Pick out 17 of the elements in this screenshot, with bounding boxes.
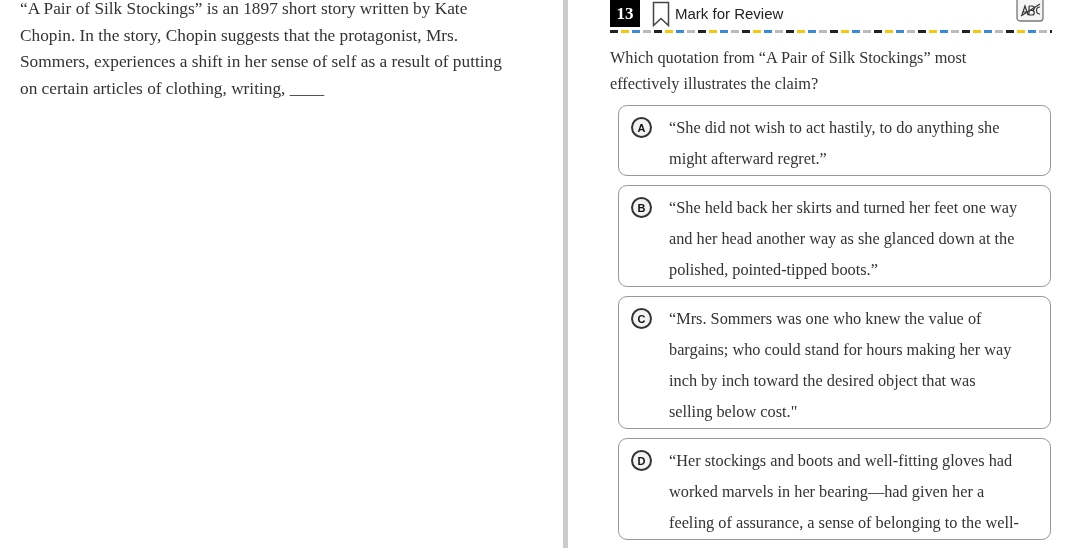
option-text: “She held back her skirts and turned her feet one way and her head another way as she glanced down at the polished, pointed-tipped boots.” — [669, 197, 1018, 281]
answer-option[interactable]: C “Mrs. Sommers was one who knew the value of bargains; who could stand for hours making her way inch by inch toward the desired object that was selling below cost." — [618, 296, 1051, 429]
answer-option[interactable]: B “She held back her skirts and turned her feet one way and her head another way as she glanced down at the polished, pointed-tipped boots.” — [618, 185, 1051, 287]
option-letter: A — [631, 117, 652, 138]
answer-option[interactable]: D “Her stockings and boots and well-fitting gloves had worked marvels in her bearing—had given her a feeling of assurance, a sense of belonging to the well- — [618, 438, 1051, 540]
mark-for-review-button[interactable]: Mark for Review — [640, 0, 784, 27]
question-prompt: Which quotation from “A Pair of Silk Stockings” most effectively illustrates the claim? — [610, 47, 968, 95]
option-letter: C — [631, 308, 652, 329]
answer-option[interactable]: A “She did not wish to act hastily, to do anything she might afterward regret.” — [618, 105, 1051, 176]
question-number: 13 — [610, 0, 640, 27]
option-letter: B — [631, 197, 652, 218]
option-text: “Mrs. Sommers was one who knew the value of bargains; who could stand for hours making her way inch by inch toward the desired object that was selling below cost." — [669, 308, 1012, 423]
option-text: “She did not wish to act hastily, to do anything she might afterward regret.” — [669, 117, 1000, 170]
option-letter: D — [631, 450, 652, 471]
passage-text: “A Pair of Silk Stockings” is an 1897 short story written by Kate Chopin. In the story, Chopin suggests that the protagonist, Mrs. Sommers, experiences a shift in her sense of self as a result of putting on certain articles of clothing, writing, ____ — [20, 0, 503, 100]
option-text: “Her stockings and boots and well-fitting gloves had worked marvels in her bearing—had given her a feeling of assurance, a sense of belonging to the well- — [669, 450, 1019, 534]
strikethrough-tool-icon[interactable] — [1016, 0, 1044, 22]
